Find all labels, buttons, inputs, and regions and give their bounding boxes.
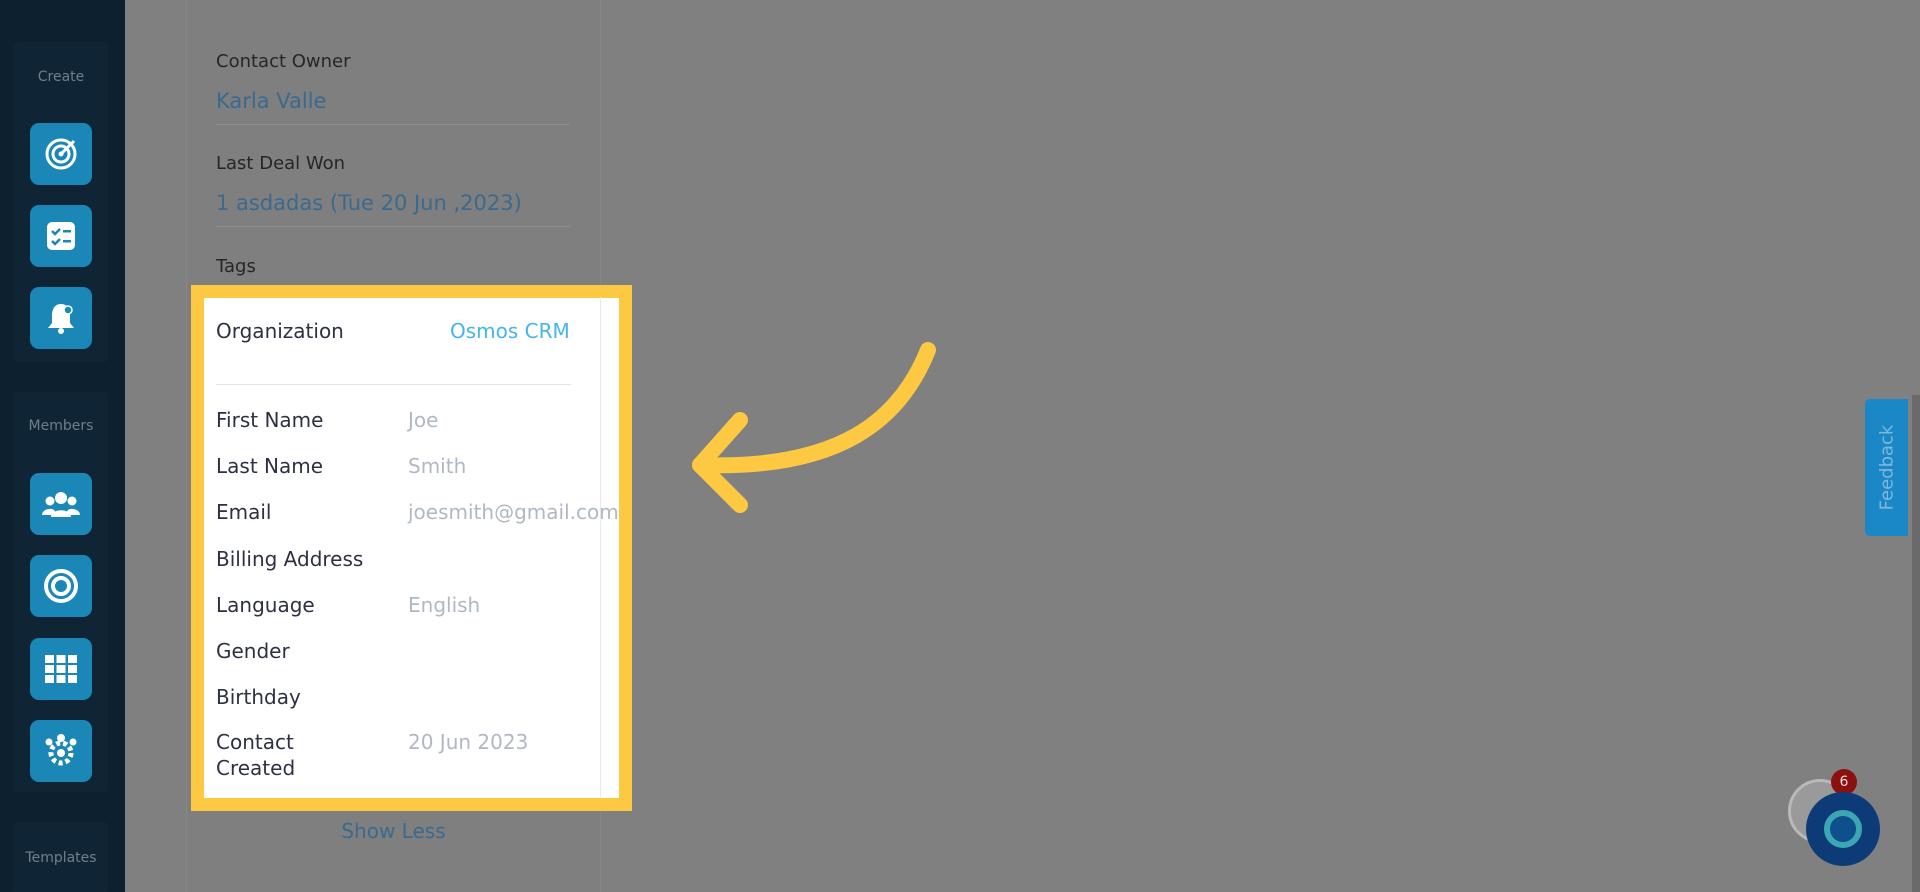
- tags-label: Tags: [216, 256, 256, 277]
- checklist-icon: [47, 222, 75, 250]
- detail-row-value: Smith: [408, 454, 467, 478]
- show-less-button[interactable]: Show Less: [186, 819, 601, 843]
- grid-icon: [45, 655, 77, 683]
- members-label: Members: [28, 418, 94, 434]
- bullseye-icon: [44, 569, 78, 603]
- divider: [216, 384, 571, 385]
- detail-row-label: Last Name: [216, 454, 324, 478]
- organization-label: Organization: [216, 319, 344, 343]
- create-task-button[interactable]: [30, 205, 92, 267]
- contact-created-label-line1: Contact: [216, 730, 294, 754]
- team-settings-icon: [45, 734, 77, 766]
- create-reminder-button[interactable]: [30, 287, 92, 349]
- members-grid-button[interactable]: [30, 638, 92, 700]
- left-sidebar: Create Members Templates: [0, 0, 125, 892]
- last-deal-won-label: Last Deal Won: [216, 153, 346, 174]
- panel-edge: [600, 297, 601, 797]
- create-label: Create: [37, 69, 85, 85]
- organization-link[interactable]: Osmos CRM: [450, 319, 570, 343]
- feedback-tab[interactable]: Feedback: [1865, 399, 1908, 536]
- detail-row-value: English: [408, 593, 481, 617]
- contact-created-label: Contact Created: [216, 729, 295, 781]
- last-deal-won-value[interactable]: 1 asdadas (Tue 20 Jun ,2023): [216, 191, 522, 215]
- divider: [216, 124, 570, 125]
- contact-created-value: 20 Jun 2023: [408, 730, 529, 754]
- detail-row-label: Language: [216, 593, 315, 617]
- contact-owner-value[interactable]: Karla Valle: [216, 89, 326, 113]
- members-goals-button[interactable]: [30, 555, 92, 617]
- detail-row-label: Birthday: [216, 685, 301, 709]
- chat-launcher-button[interactable]: [1806, 792, 1880, 866]
- detail-row-label: Email: [216, 500, 272, 524]
- detail-row-label: First Name: [216, 408, 324, 432]
- divider: [216, 226, 570, 227]
- annotation-arrow: [692, 342, 936, 513]
- detail-row-value: Joe: [408, 408, 439, 432]
- target-icon: [45, 138, 77, 170]
- members-team-settings-button[interactable]: [30, 720, 92, 782]
- scrollbar[interactable]: [1912, 395, 1920, 892]
- users-icon: [42, 492, 80, 517]
- create-goal-button[interactable]: [30, 123, 92, 185]
- members-users-button[interactable]: [30, 473, 92, 535]
- feedback-label: Feedback: [1876, 424, 1898, 511]
- chat-ring-icon: [1824, 810, 1862, 848]
- contact-owner-label: Contact Owner: [216, 51, 351, 72]
- bell-icon: [48, 304, 74, 334]
- detail-row-value: joesmith@gmail.com: [408, 500, 619, 524]
- detail-row-label: Gender: [216, 639, 290, 663]
- templates-label: Templates: [25, 850, 97, 866]
- contact-created-label-line2: Created: [216, 756, 296, 780]
- detail-row-label: Billing Address: [216, 547, 364, 571]
